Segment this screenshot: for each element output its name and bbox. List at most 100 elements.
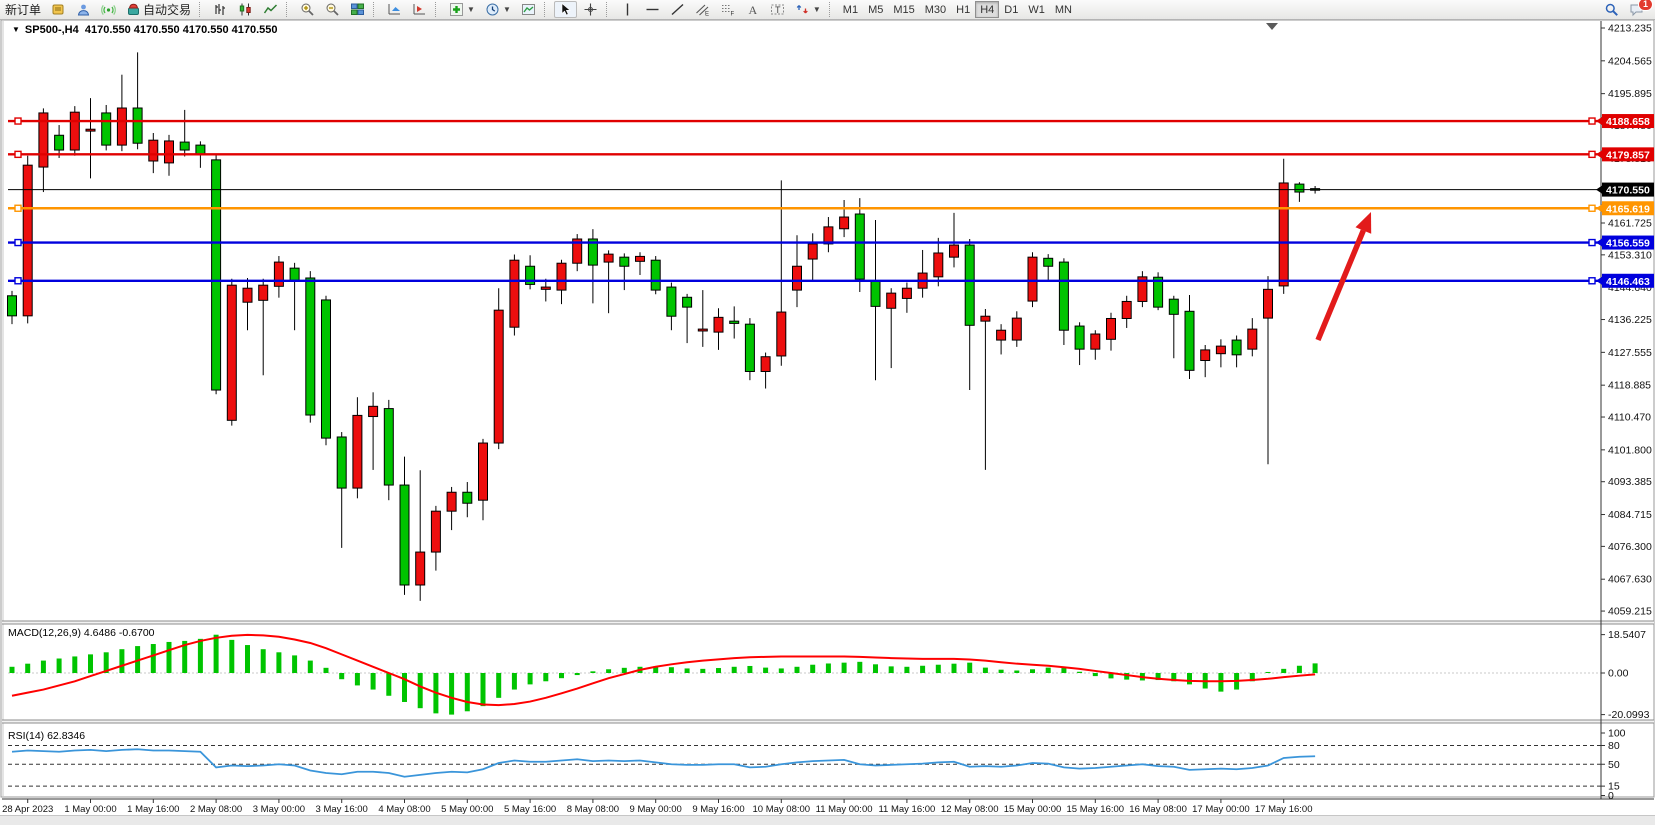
- chart-title: SP500-,H4 4170.550 4170.550 4170.550 417…: [25, 24, 278, 36]
- trendline-icon: [670, 2, 685, 17]
- vertical-line-button[interactable]: [616, 1, 639, 18]
- svg-text:A: A: [748, 3, 757, 17]
- window-bottom-edge: [0, 815, 1655, 825]
- bar-chart-button[interactable]: [209, 1, 232, 18]
- chart-shift-button[interactable]: [408, 1, 431, 18]
- chart-area[interactable]: 4213.2354204.5654195.8954161.7254153.310…: [0, 19, 1655, 825]
- svg-text:17 May 00:00: 17 May 00:00: [1192, 804, 1250, 815]
- new-order-label: 新订单: [5, 1, 41, 18]
- chart-menu-arrow-icon[interactable]: ▼: [12, 25, 20, 34]
- timeframe-m30[interactable]: M30: [920, 1, 951, 18]
- candlestick-chart-icon: [238, 2, 253, 17]
- svg-text:4101.800: 4101.800: [1608, 444, 1652, 456]
- cursor-button[interactable]: [554, 1, 577, 18]
- template-icon: [521, 2, 536, 17]
- svg-text:4093.385: 4093.385: [1608, 476, 1652, 488]
- svg-text:4204.565: 4204.565: [1608, 55, 1652, 67]
- svg-text:3 May 00:00: 3 May 00:00: [253, 804, 305, 815]
- tile-windows-button[interactable]: [346, 1, 369, 18]
- svg-text:4213.235: 4213.235: [1608, 23, 1652, 35]
- market-watch-button[interactable]: [47, 1, 70, 18]
- toolbar-separator: [606, 2, 611, 17]
- svg-text:F: F: [730, 12, 734, 18]
- line-chart-icon: [263, 2, 278, 17]
- toolbar-separator: [286, 2, 291, 17]
- svg-text:4156.559: 4156.559: [1606, 238, 1650, 250]
- vertical-line-icon: [620, 2, 635, 17]
- macd-label: MACD(12,26,9) 4.6486 -0.6700: [8, 627, 155, 639]
- chevron-down-icon: ▼: [503, 5, 511, 14]
- svg-text:4110.470: 4110.470: [1608, 412, 1651, 424]
- svg-text:15 May 00:00: 15 May 00:00: [1004, 804, 1062, 815]
- svg-text:4188.658: 4188.658: [1606, 116, 1650, 128]
- auto-scroll-icon: [387, 2, 402, 17]
- trendline-button[interactable]: [666, 1, 689, 18]
- chart-shift-icon: [412, 2, 427, 17]
- timeframe-m15[interactable]: M15: [888, 1, 919, 18]
- horizontal-line-icon: [645, 2, 660, 17]
- autotrading-label: 自动交易: [143, 1, 191, 18]
- svg-text:4153.310: 4153.310: [1608, 249, 1652, 261]
- search-button[interactable]: [1600, 1, 1623, 18]
- zoom-out-button[interactable]: [321, 1, 344, 18]
- toolbar-right: 1: [1599, 1, 1649, 18]
- timeframe-w1[interactable]: W1: [1023, 1, 1050, 18]
- indicators-button[interactable]: ▼: [445, 1, 479, 18]
- svg-text:28 Apr 2023: 28 Apr 2023: [2, 804, 53, 815]
- svg-text:4165.619: 4165.619: [1606, 203, 1650, 215]
- svg-text:4170.550: 4170.550: [1606, 185, 1650, 197]
- svg-text:4179.857: 4179.857: [1606, 149, 1650, 161]
- equidistant-channel-button[interactable]: E: [691, 1, 714, 18]
- svg-text:4076.300: 4076.300: [1608, 541, 1652, 553]
- svg-text:5 May 16:00: 5 May 16:00: [504, 804, 556, 815]
- timeframe-h1[interactable]: H1: [951, 1, 975, 18]
- profile-icon: [76, 2, 91, 17]
- periods-button[interactable]: ▼: [481, 1, 515, 18]
- svg-text:11 May 00:00: 11 May 00:00: [816, 804, 873, 815]
- svg-text:3 May 16:00: 3 May 16:00: [316, 804, 368, 815]
- signals-button[interactable]: [97, 1, 120, 18]
- svg-text:4136.225: 4136.225: [1608, 314, 1652, 326]
- text-icon: A: [745, 2, 760, 17]
- svg-text:4161.725: 4161.725: [1608, 217, 1652, 229]
- svg-text:1 May 16:00: 1 May 16:00: [127, 804, 179, 815]
- arrows-button[interactable]: ▼: [791, 1, 825, 18]
- fibonacci-button[interactable]: F: [716, 1, 739, 18]
- timeframe-m5[interactable]: M5: [863, 1, 888, 18]
- svg-text:15 May 16:00: 15 May 16:00: [1067, 804, 1125, 815]
- svg-text:50: 50: [1608, 759, 1620, 771]
- svg-text:4127.555: 4127.555: [1608, 347, 1652, 359]
- text-label-button[interactable]: T: [766, 1, 789, 18]
- crosshair-button[interactable]: [579, 1, 602, 18]
- svg-text:4067.630: 4067.630: [1608, 574, 1652, 586]
- rsi-label: RSI(14) 62.8346: [8, 730, 85, 742]
- profile-button[interactable]: [72, 1, 95, 18]
- line-chart-button[interactable]: [259, 1, 282, 18]
- new-order-button[interactable]: 新订单: [1, 1, 45, 18]
- candle-chart-button[interactable]: [234, 1, 257, 18]
- svg-text:T: T: [775, 5, 781, 15]
- zoom-in-button[interactable]: [296, 1, 319, 18]
- zoom-in-icon: [300, 2, 315, 17]
- auto-scroll-button[interactable]: [383, 1, 406, 18]
- tile-windows-icon: [350, 2, 365, 17]
- svg-text:4059.215: 4059.215: [1608, 606, 1652, 618]
- timeframe-group: M1M5M15M30H1H4D1W1MN: [838, 1, 1077, 18]
- price-chart[interactable]: 4213.2354204.5654195.8954161.7254153.310…: [0, 19, 1655, 825]
- horizontal-line-button[interactable]: [641, 1, 664, 18]
- toolbar-separator: [373, 2, 378, 17]
- svg-text:5 May 00:00: 5 May 00:00: [441, 804, 493, 815]
- chevron-down-icon: ▼: [467, 5, 475, 14]
- timeframe-m1[interactable]: M1: [838, 1, 863, 18]
- timeframe-mn[interactable]: MN: [1050, 1, 1077, 18]
- svg-text:12 May 08:00: 12 May 08:00: [941, 804, 999, 815]
- templates-button[interactable]: [517, 1, 540, 18]
- toolbar-separator: [544, 2, 549, 17]
- autotrading-button[interactable]: 自动交易: [122, 1, 195, 18]
- timeframe-d1[interactable]: D1: [999, 1, 1023, 18]
- timeframe-h4[interactable]: H4: [975, 1, 999, 18]
- notifications-button[interactable]: 1: [1625, 1, 1648, 18]
- toolbar-separator: [435, 2, 440, 17]
- bar-chart-icon: [213, 2, 228, 17]
- text-button[interactable]: A: [741, 1, 764, 18]
